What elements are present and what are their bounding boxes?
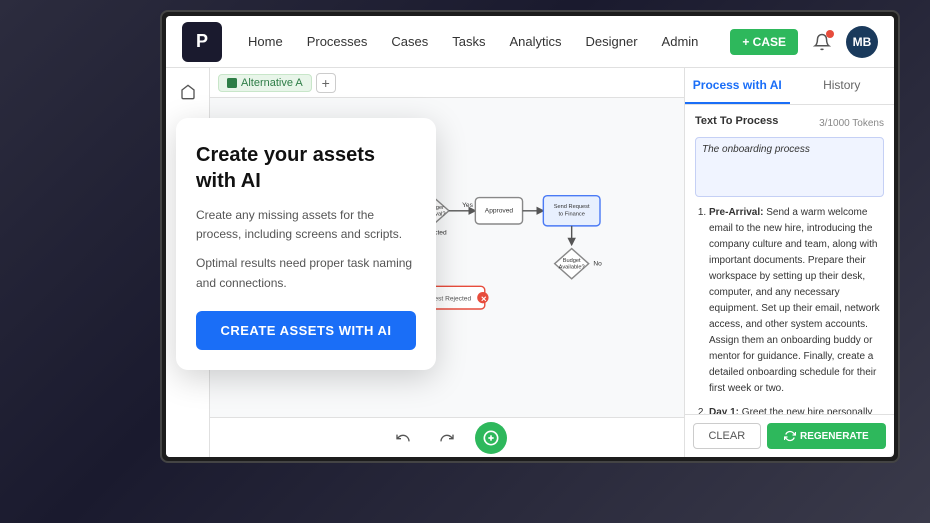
- step-2-title: Day 1:: [709, 407, 739, 414]
- right-panel: Process with AI History Text To Process …: [684, 68, 894, 457]
- svg-text:✕: ✕: [481, 294, 487, 303]
- svg-text:Send Request: Send Request: [554, 203, 590, 209]
- app-logo: P: [182, 22, 222, 62]
- nav-designer[interactable]: Designer: [576, 28, 648, 55]
- nav-processes[interactable]: Processes: [297, 28, 378, 55]
- panel-footer: CLEAR REGENERATE: [685, 414, 894, 457]
- step-2: Day 1: Greet the new hire personally and…: [709, 405, 884, 414]
- bottom-toolbar: [210, 417, 684, 457]
- ai-modal-title: Create your assets with AI: [196, 142, 416, 194]
- tab-label: Alternative A: [241, 77, 303, 89]
- sidebar-icon-1[interactable]: [172, 76, 204, 108]
- step-1-text: Send a warm welcome email to the new hir…: [709, 207, 880, 394]
- nav-home[interactable]: Home: [238, 28, 293, 55]
- svg-text:to Finance: to Finance: [558, 211, 584, 217]
- token-count: 3/1000 Tokens: [819, 118, 884, 129]
- nav-admin[interactable]: Admin: [652, 28, 709, 55]
- monitor-frame: P Home Processes Cases Tasks Analytics D…: [160, 10, 900, 463]
- nav-tasks[interactable]: Tasks: [442, 28, 495, 55]
- svg-text:Approved: Approved: [485, 207, 514, 214]
- svg-text:Budget: Budget: [563, 257, 581, 263]
- process-input: The onboarding process: [695, 137, 884, 197]
- regenerate-button[interactable]: REGENERATE: [767, 423, 886, 449]
- tab-bar: Alternative A +: [210, 68, 684, 98]
- step-1: Pre-Arrival: Send a warm welcome email t…: [709, 205, 884, 397]
- regenerate-label: REGENERATE: [800, 431, 869, 442]
- panel-tabs: Process with AI History: [685, 68, 894, 105]
- ai-modal-desc2: Optimal results need proper task naming …: [196, 254, 416, 292]
- ai-modal: Create your assets with AI Create any mi…: [176, 118, 436, 370]
- svg-text:Available?: Available?: [559, 264, 585, 270]
- logo-text: P: [196, 31, 208, 52]
- case-button[interactable]: + CASE: [730, 29, 798, 55]
- panel-body: Text To Process 3/1000 Tokens The onboar…: [685, 105, 894, 414]
- process-input-text: The onboarding process: [702, 144, 810, 155]
- svg-text:Yes: Yes: [462, 202, 473, 209]
- onboarding-content: Pre-Arrival: Send a warm welcome email t…: [695, 205, 884, 414]
- screen: P Home Processes Cases Tasks Analytics D…: [166, 16, 894, 457]
- tab-process-with-ai[interactable]: Process with AI: [685, 68, 790, 104]
- notification-dot: [826, 30, 834, 38]
- tab-alternative-a[interactable]: Alternative A: [218, 74, 312, 92]
- undo-icon[interactable]: [387, 422, 419, 454]
- redo-icon[interactable]: [431, 422, 463, 454]
- user-avatar[interactable]: MB: [846, 26, 878, 58]
- clear-button[interactable]: CLEAR: [693, 423, 761, 449]
- create-assets-button[interactable]: CREATE ASSETS WITH AI: [196, 311, 416, 350]
- ai-modal-desc1: Create any missing assets for the proces…: [196, 206, 416, 244]
- nav-cases[interactable]: Cases: [381, 28, 438, 55]
- navbar: P Home Processes Cases Tasks Analytics D…: [166, 16, 894, 68]
- tab-add-button[interactable]: +: [316, 73, 336, 93]
- nav-analytics[interactable]: Analytics: [499, 28, 571, 55]
- nav-links: Home Processes Cases Tasks Analytics Des…: [238, 28, 730, 55]
- tab-history[interactable]: History: [790, 68, 895, 104]
- step-1-title: Pre-Arrival:: [709, 207, 763, 218]
- notification-button[interactable]: [808, 28, 836, 56]
- nav-right: + CASE MB: [730, 26, 878, 58]
- add-circle-icon[interactable]: [475, 422, 507, 454]
- main-content: Alternative A + Request Manager: [166, 68, 894, 457]
- svg-text:No: No: [593, 260, 602, 267]
- text-to-process-label: Text To Process: [695, 115, 778, 127]
